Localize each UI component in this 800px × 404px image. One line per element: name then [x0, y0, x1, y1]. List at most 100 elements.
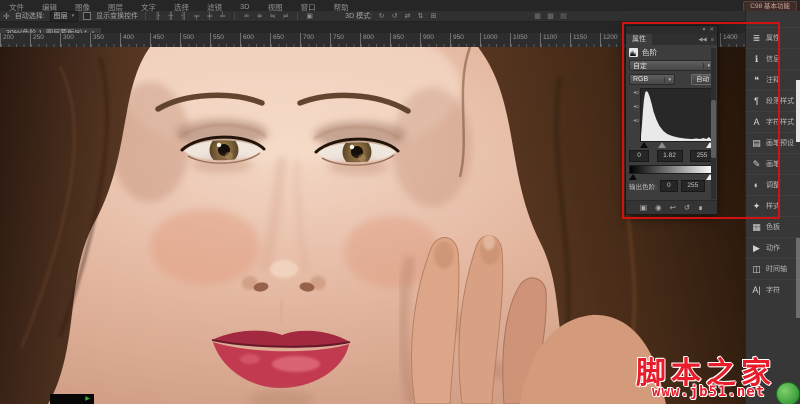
- align-icon[interactable]: ╢: [179, 13, 188, 20]
- midtone-input-field[interactable]: 1.82: [657, 150, 683, 162]
- dock-panel-button[interactable]: ◫ 时间轴: [746, 258, 800, 279]
- dock-panel-button[interactable]: ▶ 动作: [746, 237, 800, 258]
- distribute-icon[interactable]: ≑: [255, 12, 264, 20]
- dock-panel-button[interactable]: ▤ 画笔预设: [746, 132, 800, 153]
- dock-panel-label: 信息: [766, 54, 780, 64]
- dock-panel-icon: ✎: [751, 159, 762, 170]
- gray-point-eyedropper-icon[interactable]: ✑: [629, 104, 639, 112]
- options-icon[interactable]: ▤: [559, 12, 568, 20]
- input-values-row: 0 1.82 255: [629, 150, 714, 162]
- collapse-to-icons-icon[interactable]: ◀◀: [698, 37, 706, 43]
- ruler-tick-label: 1000: [480, 33, 510, 47]
- panel-drag-bar[interactable]: ▾ ✕: [626, 26, 717, 34]
- mode-3d-icon[interactable]: ↺: [390, 12, 399, 20]
- dock-panel-button[interactable]: ◐ 调整: [746, 174, 800, 195]
- reset-icon[interactable]: ↺: [684, 202, 690, 214]
- move-tool-icon[interactable]: ✛: [3, 12, 10, 21]
- watermark-url: www.jb51.net: [652, 384, 765, 400]
- output-shadow-slider[interactable]: [629, 174, 637, 180]
- mode-3d-icon[interactable]: ⊞: [429, 12, 438, 20]
- options-icon[interactable]: ▦: [533, 12, 542, 20]
- auto-align-icon[interactable]: ▣: [305, 12, 314, 20]
- show-transform-checkbox[interactable]: [83, 12, 91, 20]
- preset-dropdown[interactable]: 自定 ▾: [629, 60, 714, 71]
- dock-panel-button[interactable]: ℹ 信息: [746, 48, 800, 69]
- panel-header: 属性 ◀◀ ≡: [626, 34, 717, 45]
- dock-panel-button[interactable]: ▦ 色板: [746, 216, 800, 237]
- menu-item[interactable]: 滤镜: [198, 0, 231, 11]
- dock-panel-button[interactable]: ≣ 属性: [746, 27, 800, 48]
- dock-panel-icon: ▶: [751, 243, 762, 254]
- photoshop-window: 文件编辑图像图层文字选择滤镜3D视图窗口帮助 C98 基本功能 ✛ 自动选择: …: [0, 0, 800, 404]
- menu-bar: 文件编辑图像图层文字选择滤镜3D视图窗口帮助: [0, 0, 800, 11]
- input-sliders: [640, 142, 714, 149]
- tab-properties[interactable]: 属性: [626, 34, 652, 45]
- view-previous-state-icon[interactable]: ↩: [670, 202, 676, 214]
- menu-item[interactable]: 3D: [231, 0, 259, 11]
- levels-histogram: [640, 88, 714, 142]
- collapse-icon[interactable]: ▾: [703, 26, 706, 34]
- mode-3d-icon[interactable]: ⇄: [403, 12, 412, 20]
- delete-adjustment-icon[interactable]: ∎: [698, 202, 703, 214]
- auto-select-dropdown[interactable]: 图层 ▾: [50, 11, 79, 22]
- panel-footer: ▣ ◉ ↩ ↺ ∎: [626, 200, 717, 214]
- menu-item[interactable]: 文字: [132, 0, 165, 11]
- close-icon[interactable]: ✕: [709, 26, 714, 34]
- panel-menu-icon[interactable]: ≡: [711, 37, 714, 43]
- dock-panel-button[interactable]: A| 字符: [746, 279, 800, 300]
- align-icon[interactable]: ╟: [153, 13, 162, 20]
- dock-panel-label: 画笔预设: [766, 138, 794, 148]
- distribute-icon[interactable]: ≐: [242, 12, 251, 20]
- align-icon[interactable]: ╪: [205, 13, 214, 20]
- dock-panel-icon: ✦: [751, 201, 762, 212]
- ruler-tick-label: 1050: [510, 33, 540, 47]
- ruler-tick-label: 250: [30, 33, 60, 47]
- clip-to-layer-icon[interactable]: ▣: [640, 202, 647, 214]
- channel-dropdown[interactable]: RGB ▾: [629, 74, 675, 85]
- menu-item[interactable]: 编辑: [33, 0, 66, 11]
- visibility-eye-icon[interactable]: ◉: [655, 202, 662, 214]
- ruler-tick-label: 650: [270, 33, 300, 47]
- output-highlight-field[interactable]: 255: [681, 180, 705, 192]
- dock-panel-button[interactable]: ❝ 注释: [746, 69, 800, 90]
- output-shadow-field[interactable]: 0: [660, 180, 678, 192]
- midtone-input-slider[interactable]: [658, 142, 666, 148]
- distribute-icon[interactable]: ≓: [281, 12, 290, 20]
- ruler-tick-label: 700: [300, 33, 330, 47]
- align-icon[interactable]: ╤: [192, 13, 201, 20]
- properties-panel: ▾ ✕ 属性 ◀◀ ≡ 色阶 自定 ▾ RGB: [625, 25, 718, 215]
- dock-panel-button[interactable]: A 字符样式: [746, 111, 800, 132]
- extra-icons-group: ▦ ▩ ▤: [533, 12, 568, 20]
- shadow-input-slider[interactable]: [640, 142, 648, 148]
- dock-panel-icon: ¶: [751, 96, 762, 106]
- black-point-eyedropper-icon[interactable]: ✑: [629, 90, 639, 98]
- dock-panel-label: 调整: [766, 180, 780, 190]
- menu-item[interactable]: 窗口: [292, 0, 325, 11]
- hidden-panel-edge: [796, 80, 800, 142]
- ruler-tick-label: 450: [150, 33, 180, 47]
- white-point-eyedropper-icon[interactable]: ✑: [629, 118, 639, 126]
- menu-item[interactable]: 选择: [165, 0, 198, 11]
- shadow-input-field[interactable]: 0: [629, 150, 649, 162]
- panel-scrollbar[interactable]: [711, 48, 716, 199]
- ruler-tick-label: 500: [180, 33, 210, 47]
- menu-item[interactable]: 图像: [66, 0, 99, 11]
- scrollbar-thumb[interactable]: [711, 100, 716, 158]
- align-icon[interactable]: ╫: [166, 13, 175, 20]
- menu-item[interactable]: 图层: [99, 0, 132, 11]
- mode-3d-icon[interactable]: ⇅: [416, 12, 425, 20]
- hidden-panel-edge: [796, 238, 800, 318]
- menu-item[interactable]: 帮助: [325, 0, 358, 11]
- dock-panel-button[interactable]: ¶ 段落样式: [746, 90, 800, 111]
- options-icon[interactable]: ▩: [546, 12, 555, 20]
- distribute-icon[interactable]: ≒: [268, 12, 277, 20]
- dock-panel-button[interactable]: ✦ 样式: [746, 195, 800, 216]
- dock-panel-button[interactable]: ✎ 画笔: [746, 153, 800, 174]
- mode-3d-icon[interactable]: ↻: [377, 12, 386, 20]
- dock-panel-icon: A: [751, 117, 762, 127]
- align-icon[interactable]: ╧: [218, 13, 227, 20]
- menu-item[interactable]: 视图: [259, 0, 292, 11]
- menu-item[interactable]: 文件: [0, 0, 33, 11]
- dock-panel-label: 属性: [766, 33, 780, 43]
- levels-adjustment-icon: [629, 48, 638, 57]
